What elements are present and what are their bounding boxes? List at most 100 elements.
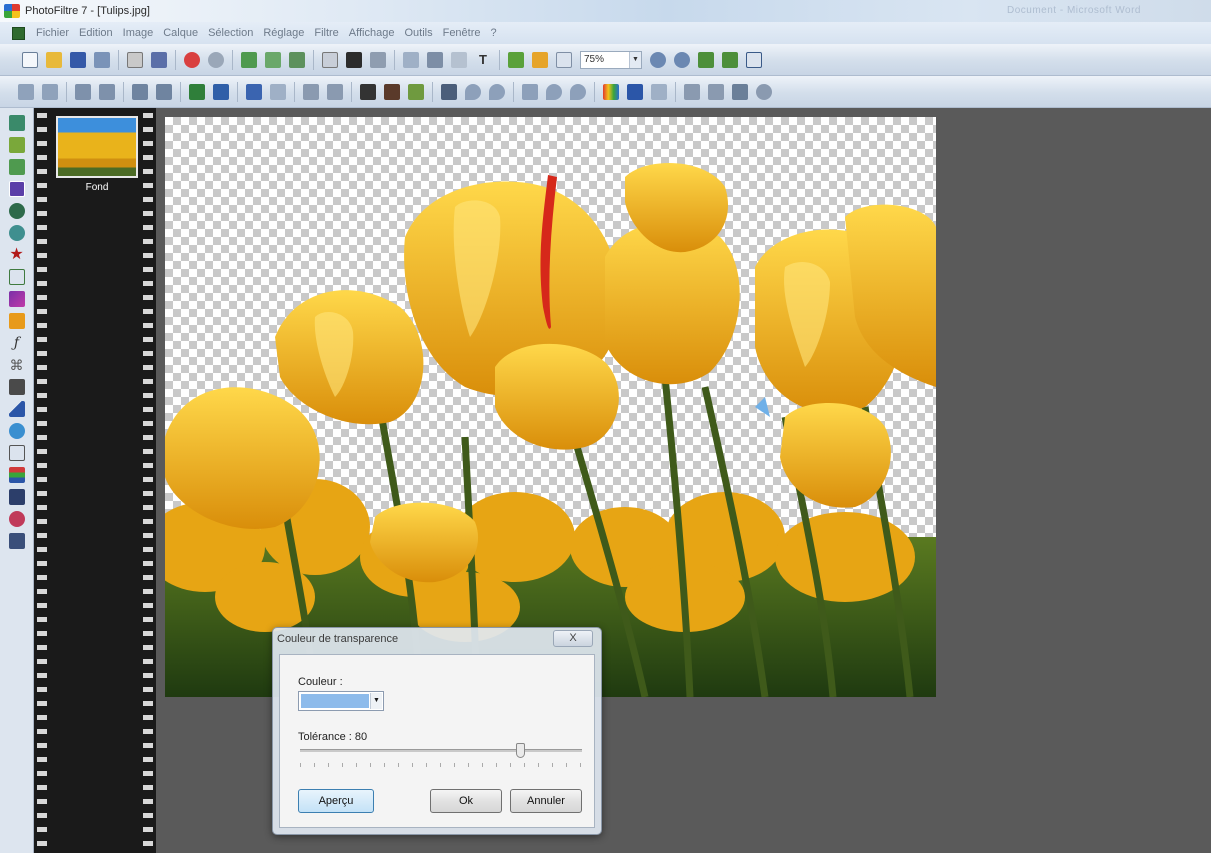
- eraser-tool-icon[interactable]: [8, 511, 25, 527]
- menu-selection[interactable]: Sélection: [203, 27, 258, 39]
- fit-window-icon[interactable]: [698, 51, 714, 68]
- tolerance-slider-ticks: [300, 763, 582, 767]
- stamp-tool-icon[interactable]: [8, 445, 25, 461]
- layer-icon[interactable]: [427, 51, 443, 68]
- menu-fichier[interactable]: Fichier: [31, 27, 74, 39]
- batch-icon[interactable]: [684, 83, 700, 100]
- paste-icon[interactable]: [265, 51, 281, 68]
- window-icon[interactable]: [556, 51, 572, 68]
- undo-icon[interactable]: [184, 51, 200, 68]
- image-canvas[interactable]: [165, 117, 936, 697]
- menu-reglage[interactable]: Réglage: [258, 27, 309, 39]
- save-tool-icon[interactable]: [8, 489, 25, 505]
- lasso-tool-icon[interactable]: [8, 159, 25, 175]
- apercu-button[interactable]: Aperçu: [298, 789, 374, 813]
- layer-thumbnail[interactable]: [56, 116, 138, 178]
- print-icon[interactable]: [127, 51, 143, 68]
- couleur-color-select[interactable]: ▼: [298, 691, 384, 711]
- balance-icon[interactable]: [270, 83, 286, 100]
- new-file-icon[interactable]: [22, 51, 38, 68]
- tolerance-slider-thumb[interactable]: [516, 743, 525, 758]
- function-tool-icon[interactable]: ƒ: [9, 335, 25, 351]
- menu-help[interactable]: ?: [486, 27, 502, 39]
- move-tool-icon[interactable]: [8, 137, 25, 153]
- save-as-icon[interactable]: [94, 51, 110, 68]
- pattern-tool-icon[interactable]: [8, 379, 25, 395]
- menu-outils[interactable]: Outils: [399, 27, 437, 39]
- menu-calque[interactable]: Calque: [158, 27, 203, 39]
- levels-icon[interactable]: [246, 83, 262, 100]
- flip-vertical-icon[interactable]: [327, 83, 343, 100]
- tolerance-slider-track[interactable]: [300, 749, 582, 752]
- polygon-tool-icon[interactable]: [8, 181, 25, 197]
- edge-icon[interactable]: [570, 83, 586, 100]
- save-icon[interactable]: [70, 51, 86, 68]
- gamma-down-icon[interactable]: [189, 83, 205, 100]
- emboss-icon[interactable]: [546, 83, 562, 100]
- contrast-down-icon[interactable]: [75, 83, 91, 100]
- menu-edition[interactable]: Edition: [74, 27, 118, 39]
- zoom-out-icon[interactable]: [674, 51, 690, 68]
- magic-wand-tool-icon[interactable]: [8, 203, 25, 219]
- saturation-down-icon[interactable]: [132, 83, 148, 100]
- negative-icon[interactable]: [408, 83, 424, 100]
- text-tool-icon[interactable]: T: [475, 52, 491, 68]
- paste-new-icon[interactable]: [289, 51, 305, 68]
- contrast-up-icon[interactable]: [99, 83, 115, 100]
- scan-icon[interactable]: [151, 51, 167, 68]
- duplicate-icon[interactable]: [403, 51, 419, 68]
- close-button[interactable]: X: [553, 630, 593, 647]
- selection-tool-icon[interactable]: [8, 115, 25, 131]
- soften-icon[interactable]: [465, 83, 481, 100]
- plugin-icon[interactable]: [732, 83, 748, 100]
- settings-icon[interactable]: [756, 83, 772, 100]
- transparency-icon[interactable]: [508, 51, 524, 68]
- blur-tool-icon[interactable]: [8, 423, 25, 439]
- menu-fenetre[interactable]: Fenêtre: [438, 27, 486, 39]
- clone-tool-icon[interactable]: ⌘: [9, 357, 25, 373]
- redo-icon[interactable]: [208, 51, 224, 68]
- chevron-down-icon[interactable]: ▼: [370, 693, 382, 709]
- flip-horizontal-icon[interactable]: [303, 83, 319, 100]
- menu-filtre[interactable]: Filtre: [309, 27, 343, 39]
- annuler-button[interactable]: Annuler: [510, 789, 582, 813]
- color-fill-icon[interactable]: [532, 51, 548, 68]
- crop-icon[interactable]: [370, 51, 386, 68]
- gradient-tool-icon[interactable]: [8, 291, 25, 307]
- module-icon[interactable]: [708, 83, 724, 100]
- note-tool-icon[interactable]: [8, 269, 25, 285]
- brush-tool-icon[interactable]: [8, 401, 25, 417]
- ok-button[interactable]: Ok: [430, 789, 502, 813]
- star-shape-tool-icon[interactable]: ★: [9, 247, 25, 263]
- frame-icon[interactable]: [627, 83, 643, 100]
- fill-tool-icon[interactable]: [8, 313, 25, 329]
- brightness-up-icon[interactable]: [42, 83, 58, 100]
- open-folder-icon[interactable]: [46, 51, 62, 68]
- image-size-icon[interactable]: [322, 51, 338, 68]
- fullscreen-icon[interactable]: [746, 51, 762, 68]
- selection-icon[interactable]: [451, 51, 467, 68]
- export-tool-icon[interactable]: [8, 533, 25, 549]
- sharpen-icon[interactable]: [489, 83, 505, 100]
- effects-icon[interactable]: [651, 83, 667, 100]
- noise-icon[interactable]: [522, 83, 538, 100]
- grayscale-icon[interactable]: [360, 83, 376, 100]
- main-toolbar: T 75% ▼: [0, 44, 1211, 76]
- color-picker-tool-icon[interactable]: [8, 225, 25, 241]
- chevron-down-icon[interactable]: ▼: [629, 51, 641, 68]
- menu-affichage[interactable]: Affichage: [344, 27, 400, 39]
- zoom-select[interactable]: 75% ▼: [580, 50, 642, 69]
- menu-image[interactable]: Image: [118, 27, 159, 39]
- blur-icon[interactable]: [441, 83, 457, 100]
- brightness-down-icon[interactable]: [18, 83, 34, 100]
- zoom-in-icon[interactable]: [650, 51, 666, 68]
- gamma-up-icon[interactable]: [213, 83, 229, 100]
- copy-icon[interactable]: [241, 51, 257, 68]
- saturation-up-icon[interactable]: [156, 83, 172, 100]
- actual-size-icon[interactable]: [722, 51, 738, 68]
- canvas-size-icon[interactable]: [346, 51, 362, 68]
- sepia-icon[interactable]: [384, 83, 400, 100]
- document-icon[interactable]: [12, 26, 25, 40]
- color-palette-icon[interactable]: [603, 83, 619, 100]
- layers-tool-icon[interactable]: [8, 467, 25, 483]
